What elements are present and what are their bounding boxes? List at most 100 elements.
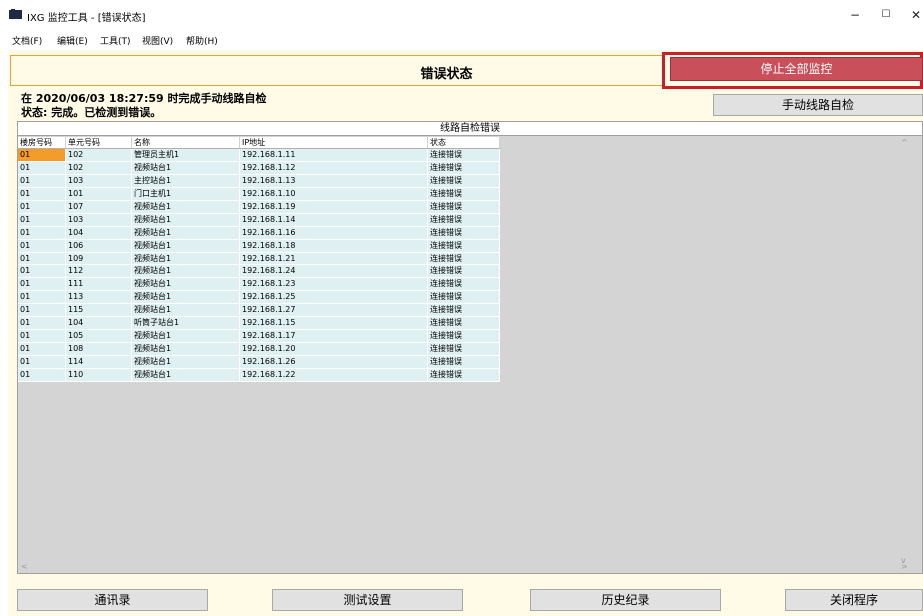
- cell-building: 01: [18, 330, 66, 343]
- cell-status: 连接错误: [428, 252, 500, 265]
- history-button[interactable]: 历史纪录: [530, 589, 721, 611]
- table-row[interactable]: 01 110 视频站台1 192.168.1.22 连接错误: [18, 368, 500, 382]
- horizontal-scrollbar[interactable]: < >: [17, 562, 912, 574]
- cell-unit: 111: [66, 278, 132, 291]
- cell-name: 视频站台1: [132, 291, 240, 304]
- panel-caption: 线路自检错误: [18, 122, 922, 136]
- status-text: 状态: 完成。已检测到错误。: [21, 106, 162, 119]
- table-row[interactable]: 01 112 视频站台1 192.168.1.24 连接错误: [18, 265, 500, 279]
- cell-status: 连接错误: [428, 368, 500, 381]
- menu-edit[interactable]: 编辑(E): [57, 34, 88, 47]
- cell-ip: 192.168.1.18: [240, 239, 428, 252]
- cell-ip: 192.168.1.11: [240, 149, 428, 161]
- scroll-up-icon[interactable]: ^: [901, 138, 908, 147]
- scroll-right-icon[interactable]: >: [901, 562, 908, 571]
- cell-status: 连接错误: [428, 174, 500, 187]
- cell-building: 01: [18, 343, 66, 355]
- cell-name: 视频站台1: [132, 368, 240, 381]
- cell-building: 01: [18, 187, 66, 200]
- col-building[interactable]: 楼房号码: [18, 137, 66, 148]
- stop-all-monitoring-button[interactable]: 停止全部监控: [670, 57, 923, 81]
- table-row[interactable]: 01 104 听筒子站台1 192.168.1.15 连接错误: [18, 317, 500, 331]
- cell-unit: 101: [66, 187, 132, 200]
- cell-building: 01: [18, 213, 66, 226]
- table-row[interactable]: 01 107 视频站台1 192.168.1.19 连接错误: [18, 200, 500, 214]
- cell-ip: 192.168.1.26: [240, 356, 428, 368]
- cell-status: 连接错误: [428, 317, 500, 330]
- cell-status: 连接错误: [428, 265, 500, 278]
- cell-unit: 107: [66, 200, 132, 213]
- maximize-button[interactable]: ☐: [871, 4, 901, 26]
- table-row[interactable]: 01 102 管理员主机1 192.168.1.11 连接错误: [18, 149, 500, 162]
- cell-building: 01: [18, 278, 66, 291]
- cell-status: 连接错误: [428, 149, 500, 161]
- manual-line-check-button[interactable]: 手动线路自检: [713, 94, 923, 116]
- menu-tools[interactable]: 工具(T): [100, 34, 131, 47]
- cell-name: 管理员主机1: [132, 149, 240, 161]
- title-bar: IXG 监控工具 - [错误状态] − ☐ ✕: [0, 0, 923, 30]
- cell-name: 主控站台1: [132, 174, 240, 187]
- cell-ip: 192.168.1.15: [240, 317, 428, 330]
- table-row[interactable]: 01 103 视频站台1 192.168.1.14 连接错误: [18, 213, 500, 227]
- cell-name: 视频站台1: [132, 239, 240, 252]
- test-settings-button[interactable]: 测试设置: [272, 589, 463, 611]
- cell-ip: 192.168.1.17: [240, 330, 428, 343]
- table-row[interactable]: 01 105 视频站台1 192.168.1.17 连接错误: [18, 330, 500, 344]
- cell-unit: 104: [66, 226, 132, 239]
- cell-name: 视频站台1: [132, 330, 240, 343]
- cell-status: 连接错误: [428, 291, 500, 304]
- col-name[interactable]: 名称: [132, 137, 240, 148]
- cell-unit: 103: [66, 213, 132, 226]
- cell-name: 视频站台1: [132, 265, 240, 278]
- cell-building: 01: [18, 304, 66, 317]
- cell-ip: 192.168.1.23: [240, 278, 428, 291]
- cell-ip: 192.168.1.25: [240, 291, 428, 304]
- menu-bar: 文档(F) 编辑(E) 工具(T) 视图(V) 帮助(H): [0, 32, 923, 50]
- table-row[interactable]: 01 109 视频站台1 192.168.1.21 连接错误: [18, 252, 500, 266]
- col-status[interactable]: 状态: [428, 137, 500, 148]
- scroll-left-icon[interactable]: <: [21, 562, 28, 571]
- comm-log-button[interactable]: 通讯录: [17, 589, 208, 611]
- table-row[interactable]: 01 113 视频站台1 192.168.1.25 连接错误: [18, 291, 500, 305]
- cell-unit: 113: [66, 291, 132, 304]
- cell-status: 连接错误: [428, 200, 500, 213]
- error-status-header: 错误状态: [10, 55, 663, 86]
- vertical-scrollbar[interactable]: ^ v: [898, 138, 912, 571]
- menu-help[interactable]: 帮助(H): [186, 34, 218, 47]
- table-row[interactable]: 01 102 视频站台1 192.168.1.12 连接错误: [18, 161, 500, 175]
- table-row[interactable]: 01 104 视频站台1 192.168.1.16 连接错误: [18, 226, 500, 240]
- close-program-button[interactable]: 关闭程序: [785, 589, 923, 611]
- col-unit[interactable]: 单元号码: [66, 137, 132, 148]
- cell-unit: 103: [66, 174, 132, 187]
- cell-ip: 192.168.1.10: [240, 187, 428, 200]
- app-icon: [9, 9, 22, 19]
- cell-building: 01: [18, 252, 66, 265]
- minimize-button[interactable]: −: [840, 4, 870, 26]
- cell-building: 01: [18, 291, 66, 304]
- table-row[interactable]: 01 114 视频站台1 192.168.1.26 连接错误: [18, 356, 500, 369]
- table-row[interactable]: 01 115 视频站台1 192.168.1.27 连接错误: [18, 304, 500, 318]
- menu-view[interactable]: 视图(V): [142, 34, 173, 47]
- table-row[interactable]: 01 108 视频站台1 192.168.1.20 连接错误: [18, 343, 500, 356]
- cell-ip: 192.168.1.24: [240, 265, 428, 278]
- error-table: 楼房号码 单元号码 名称 IP地址 状态 01 102 管理员主机1 192.168.…: [18, 137, 500, 382]
- cell-building: 01: [18, 174, 66, 187]
- window-title: IXG 监控工具 - [错误状态]: [27, 13, 146, 24]
- cell-status: 连接错误: [428, 239, 500, 252]
- cell-unit: 108: [66, 343, 132, 355]
- col-ip[interactable]: IP地址: [240, 137, 428, 148]
- cell-status: 连接错误: [428, 278, 500, 291]
- close-button[interactable]: ✕: [901, 4, 923, 26]
- cell-unit: 105: [66, 330, 132, 343]
- table-row[interactable]: 01 101 门口主机1 192.168.1.10 连接错误: [18, 187, 500, 201]
- cell-unit: 115: [66, 304, 132, 317]
- menu-file[interactable]: 文档(F): [12, 34, 42, 47]
- cell-building: 01: [18, 161, 66, 174]
- cell-unit: 104: [66, 317, 132, 330]
- cell-name: 视频站台1: [132, 226, 240, 239]
- table-row[interactable]: 01 103 主控站台1 192.168.1.13 连接错误: [18, 174, 500, 188]
- cell-ip: 192.168.1.22: [240, 368, 428, 381]
- table-row[interactable]: 01 111 视频站台1 192.168.1.23 连接错误: [18, 278, 500, 292]
- table-row[interactable]: 01 106 视频站台1 192.168.1.18 连接错误: [18, 239, 500, 253]
- cell-unit: 102: [66, 161, 132, 174]
